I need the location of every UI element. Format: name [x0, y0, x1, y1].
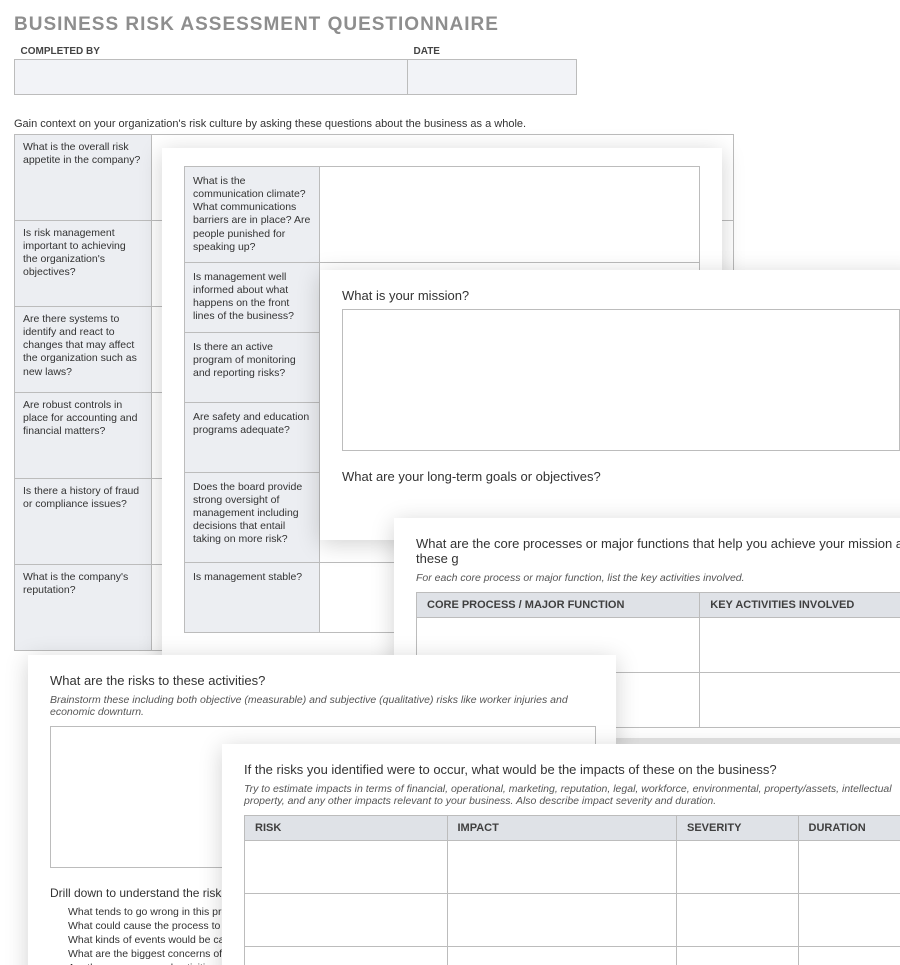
question-cell: Is management well informed about what h…	[185, 262, 320, 332]
risks-subtitle: Brainstorm these including both objectiv…	[50, 694, 594, 718]
goals-title: What are your long-term goals or objecti…	[342, 469, 898, 484]
completed-by-field[interactable]	[15, 60, 408, 95]
impact-cell[interactable]	[677, 947, 799, 965]
question-cell: Are safety and education programs adequa…	[185, 402, 320, 472]
impact-cell[interactable]	[677, 841, 799, 894]
core-header-1: CORE PROCESS / MAJOR FUNCTION	[417, 593, 700, 618]
impacts-subtitle: Try to estimate impacts in terms of fina…	[244, 783, 900, 807]
table-row	[245, 894, 900, 947]
question-cell: Is there an active program of monitoring…	[185, 332, 320, 402]
impact-cell[interactable]	[798, 894, 900, 947]
core-title: What are the core processes or major fun…	[416, 536, 900, 566]
impact-header-risk: RISK	[245, 816, 448, 841]
answer-cell[interactable]	[320, 167, 700, 263]
mission-title: What is your mission?	[342, 288, 898, 303]
question-cell: Is risk management important to achievin…	[15, 221, 152, 307]
impacts-title: If the risks you identified were to occu…	[244, 762, 900, 777]
question-cell: Are robust controls in place for account…	[15, 393, 152, 479]
context-line: Gain context on your organization's risk…	[14, 118, 526, 130]
impact-table: RISK IMPACT SEVERITY DURATION	[244, 815, 900, 965]
question-cell: What is the company's reputation?	[15, 565, 152, 651]
table-row	[245, 841, 900, 894]
meta-table: COMPLETED BY DATE	[14, 44, 577, 95]
impact-cell[interactable]	[447, 947, 677, 965]
impact-cell[interactable]	[798, 947, 900, 965]
page-title: BUSINESS RISK ASSESSMENT QUESTIONNAIRE	[14, 14, 499, 36]
impact-cell[interactable]	[798, 841, 900, 894]
impact-header-impact: IMPACT	[447, 816, 677, 841]
impact-cell[interactable]	[677, 894, 799, 947]
table-row	[245, 947, 900, 965]
sheet-impacts: If the risks you identified were to occu…	[222, 744, 900, 965]
impact-cell[interactable]	[245, 947, 448, 965]
impact-header-severity: SEVERITY	[677, 816, 799, 841]
risks-title: What are the risks to these activities?	[50, 673, 594, 688]
core-cell[interactable]	[700, 618, 900, 673]
question-cell: Is there a history of fraud or complianc…	[15, 479, 152, 565]
core-header-2: KEY ACTIVITIES INVOLVED	[700, 593, 900, 618]
impact-header-duration: DURATION	[798, 816, 900, 841]
impact-cell[interactable]	[447, 894, 677, 947]
core-cell[interactable]	[700, 673, 900, 728]
question-cell: What is the communication climate? What …	[185, 167, 320, 263]
question-cell: Does the board provide strong oversight …	[185, 472, 320, 562]
date-field[interactable]	[408, 60, 577, 95]
question-cell: What is the overall risk appetite in the…	[15, 135, 152, 221]
question-cell: Is management stable?	[185, 562, 320, 632]
completed-by-label: COMPLETED BY	[15, 44, 408, 60]
impact-cell[interactable]	[245, 894, 448, 947]
impact-cell[interactable]	[245, 841, 448, 894]
sheet-mission-goals: What is your mission? What are your long…	[320, 270, 900, 540]
date-label: DATE	[408, 44, 577, 60]
mission-field[interactable]	[342, 309, 900, 451]
impact-cell[interactable]	[447, 841, 677, 894]
question-cell: Are there systems to identify and react …	[15, 307, 152, 393]
core-subtitle: For each core process or major function,…	[416, 572, 900, 584]
